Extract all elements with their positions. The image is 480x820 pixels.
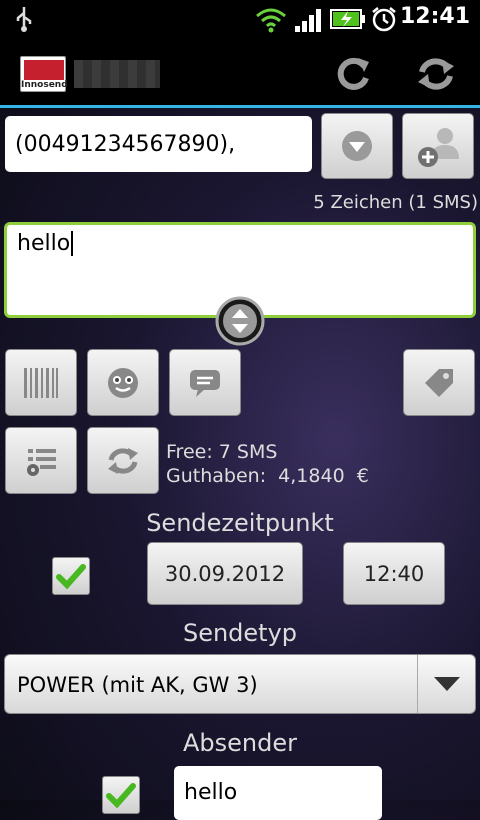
speech-bubble-icon	[190, 369, 220, 397]
time-button[interactable]: 12:40	[343, 542, 445, 605]
schedule-checkbox[interactable]	[52, 557, 90, 595]
signal-icon	[295, 9, 321, 32]
balance-label: Guthaben: 4,1840 €	[166, 465, 369, 487]
sync-icon[interactable]	[414, 54, 458, 94]
title-bar: Innosend	[0, 38, 480, 108]
app-logo: Innosend	[20, 56, 68, 92]
add-contact-icon	[418, 128, 459, 167]
character-counter: 5 Zeichen (1 SMS)	[313, 192, 478, 213]
sendtype-heading: Sendetyp	[182, 619, 298, 647]
schedule-heading: Sendezeitpunkt	[146, 509, 334, 537]
account-name-pixelated	[74, 60, 160, 88]
tag-button[interactable]	[403, 349, 475, 416]
free-sms-label: Free: 7 SMS	[166, 441, 278, 463]
sender-heading: Absender	[183, 729, 297, 757]
add-contact-button[interactable]	[402, 113, 474, 179]
refresh-icon	[108, 447, 138, 474]
emoji-button[interactable]	[87, 349, 159, 416]
barcode-icon	[24, 367, 58, 398]
refresh-balance-button[interactable]	[87, 427, 159, 494]
checkmark-icon	[56, 564, 86, 590]
status-bar: 12:41	[0, 0, 480, 38]
tag-icon	[425, 368, 453, 397]
smiley-icon	[108, 367, 138, 398]
clock: 12:41	[399, 4, 470, 29]
date-button[interactable]: 30.09.2012	[147, 542, 303, 605]
recipient-input[interactable]: (00491234567890),	[5, 116, 312, 172]
wifi-icon	[256, 8, 286, 33]
app-logo-text: Innosend	[21, 80, 68, 90]
sender-input[interactable]: hello	[174, 766, 382, 820]
list-settings-button[interactable]	[5, 427, 77, 494]
reload-icon[interactable]	[334, 54, 374, 94]
checkmark-icon	[106, 783, 136, 809]
barcode-button[interactable]	[5, 349, 77, 416]
message-text: hello	[17, 231, 71, 256]
alarm-icon	[372, 7, 396, 32]
battery-icon	[330, 9, 365, 29]
chevron-down-icon	[433, 677, 460, 691]
sendtype-select[interactable]: POWER (mit AK, GW 3)	[4, 654, 476, 714]
usb-icon	[16, 7, 32, 32]
list-settings-icon	[27, 448, 56, 476]
sender-checkbox[interactable]	[102, 776, 140, 814]
expand-toggle-icon[interactable]	[214, 295, 266, 347]
sendtype-value: POWER (mit AK, GW 3)	[17, 673, 258, 697]
templates-button[interactable]	[169, 349, 241, 416]
sendtype-dropdown-toggle[interactable]	[417, 655, 475, 713]
chevron-down-icon	[342, 131, 372, 161]
recipient-dropdown-button[interactable]	[321, 113, 393, 179]
